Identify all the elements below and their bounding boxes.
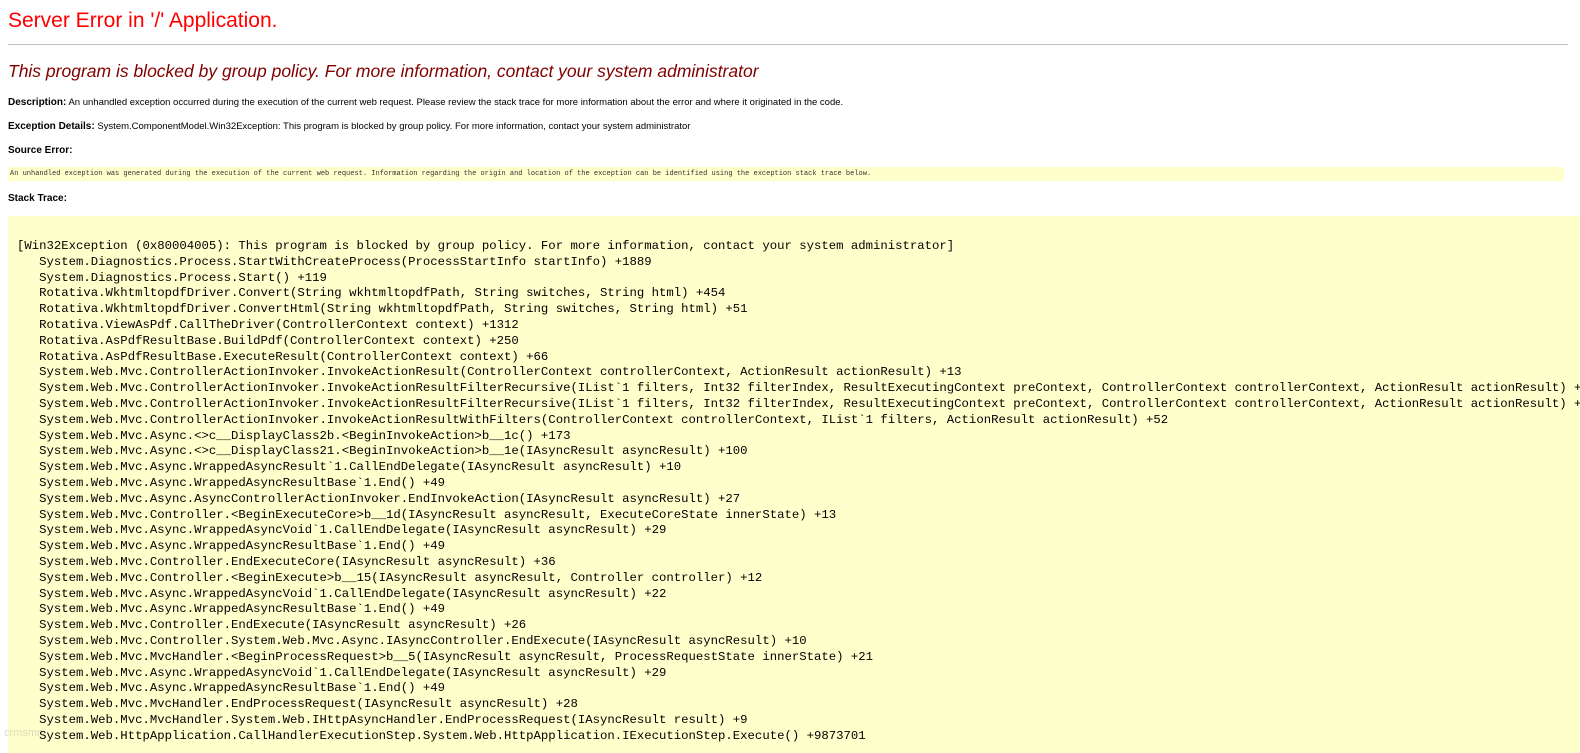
watermark-text: crmsmn xyxy=(4,727,44,739)
exception-details-line: Exception Details: System.ComponentModel… xyxy=(8,121,690,132)
stack-trace-line: System.Web.Mvc.ControllerActionInvoker.I… xyxy=(17,365,962,380)
stack-trace-heading: Stack Trace: xyxy=(8,193,67,204)
stack-trace-label: Stack Trace: xyxy=(8,193,67,204)
stack-trace-line: Rotativa.WkhtmltopdfDriver.Convert(Strin… xyxy=(17,286,726,301)
stack-trace-line: System.Diagnostics.Process.Start() +119 xyxy=(17,270,327,285)
stack-trace-line: System.Web.Mvc.MvcHandler.System.Web.IHt… xyxy=(17,712,748,727)
stack-trace-line: Rotativa.AsPdfResultBase.BuildPdf(Contro… xyxy=(17,333,519,348)
stack-trace-line: System.Web.Mvc.Controller.<BeginExecute>… xyxy=(17,570,763,585)
source-error-text: An unhandled exception was generated dur… xyxy=(10,170,872,178)
stack-trace-line: System.Web.Mvc.Async.WrappedAsyncVoid`1.… xyxy=(17,665,667,680)
stack-trace-line: System.Web.Mvc.Controller.EndExecute(IAs… xyxy=(17,618,527,633)
stack-trace-line: System.Web.Mvc.Async.WrappedAsyncResultB… xyxy=(17,602,446,617)
stack-trace-line: System.Web.Mvc.Controller.EndExecuteCore… xyxy=(17,554,556,569)
stack-trace-line: System.Web.HttpApplication.CallHandlerEx… xyxy=(17,728,866,743)
stack-trace-line: System.Web.Mvc.MvcHandler.<BeginProcessR… xyxy=(17,649,874,664)
stack-trace-line: System.Web.Mvc.Async.WrappedAsyncVoid`1.… xyxy=(17,586,667,601)
stack-trace-line: System.Web.Mvc.Controller.<BeginExecuteC… xyxy=(17,507,837,522)
stack-trace-line: System.Web.Mvc.Async.<>c__DisplayClass21… xyxy=(17,444,748,459)
stack-trace-line: System.Web.Mvc.MvcHandler.EndProcessRequ… xyxy=(17,697,578,712)
stack-trace-line: System.Web.Mvc.Async.WrappedAsyncVoid`1.… xyxy=(17,523,667,538)
title-divider xyxy=(8,44,1568,45)
stack-trace-line: System.Web.Mvc.ControllerActionInvoker.I… xyxy=(17,381,1580,396)
stack-trace-text[interactable]: [Win32Exception (0x80004005): This progr… xyxy=(8,216,1580,745)
stack-trace-line: System.Web.Mvc.Async.<>c__DisplayClass2b… xyxy=(17,428,571,443)
stack-trace-line: Rotativa.WkhtmltopdfDriver.ConvertHtml(S… xyxy=(17,302,748,317)
stack-trace-line: System.Web.Mvc.ControllerActionInvoker.I… xyxy=(17,396,1580,411)
source-error-box: An unhandled exception was generated dur… xyxy=(8,167,1564,181)
source-error-label: Source Error: xyxy=(8,145,73,156)
stack-trace-line: System.Web.Mvc.Async.WrappedAsyncResultB… xyxy=(17,539,446,554)
stack-trace-line: System.Web.Mvc.Async.WrappedAsyncResult`… xyxy=(17,460,682,475)
stack-trace-line: System.Web.Mvc.Async.AsyncControllerActi… xyxy=(17,491,741,506)
stack-trace-line: System.Web.Mvc.Async.WrappedAsyncResultB… xyxy=(17,681,446,696)
error-message-heading: This program is blocked by group policy.… xyxy=(8,61,759,81)
stack-trace-box[interactable]: [Win32Exception (0x80004005): This progr… xyxy=(8,216,1580,753)
description-text: An unhandled exception occurred during t… xyxy=(66,97,844,108)
description-label: Description: xyxy=(8,97,67,108)
stack-trace-line: System.Web.Mvc.ControllerActionInvoker.I… xyxy=(17,412,1169,427)
stack-trace-line: System.Web.Mvc.Controller.System.Web.Mvc… xyxy=(17,633,807,648)
stack-trace-line: [Win32Exception (0x80004005): This progr… xyxy=(17,239,955,253)
page-title: Server Error in '/' Application. xyxy=(8,9,278,32)
exception-details-text: System.ComponentModel.Win32Exception: Th… xyxy=(94,121,691,132)
stack-trace-line: Rotativa.ViewAsPdf.CallTheDriver(Control… xyxy=(17,317,519,332)
exception-details-label: Exception Details: xyxy=(8,121,95,132)
description-line: Description: An unhandled exception occu… xyxy=(8,97,843,108)
stack-trace-line: System.Web.Mvc.Async.WrappedAsyncResultB… xyxy=(17,475,446,490)
source-error-heading: Source Error: xyxy=(8,145,72,156)
stack-trace-line: Rotativa.AsPdfResultBase.ExecuteResult(C… xyxy=(17,349,549,364)
stack-trace-line: System.Diagnostics.Process.StartWithCrea… xyxy=(17,254,652,269)
